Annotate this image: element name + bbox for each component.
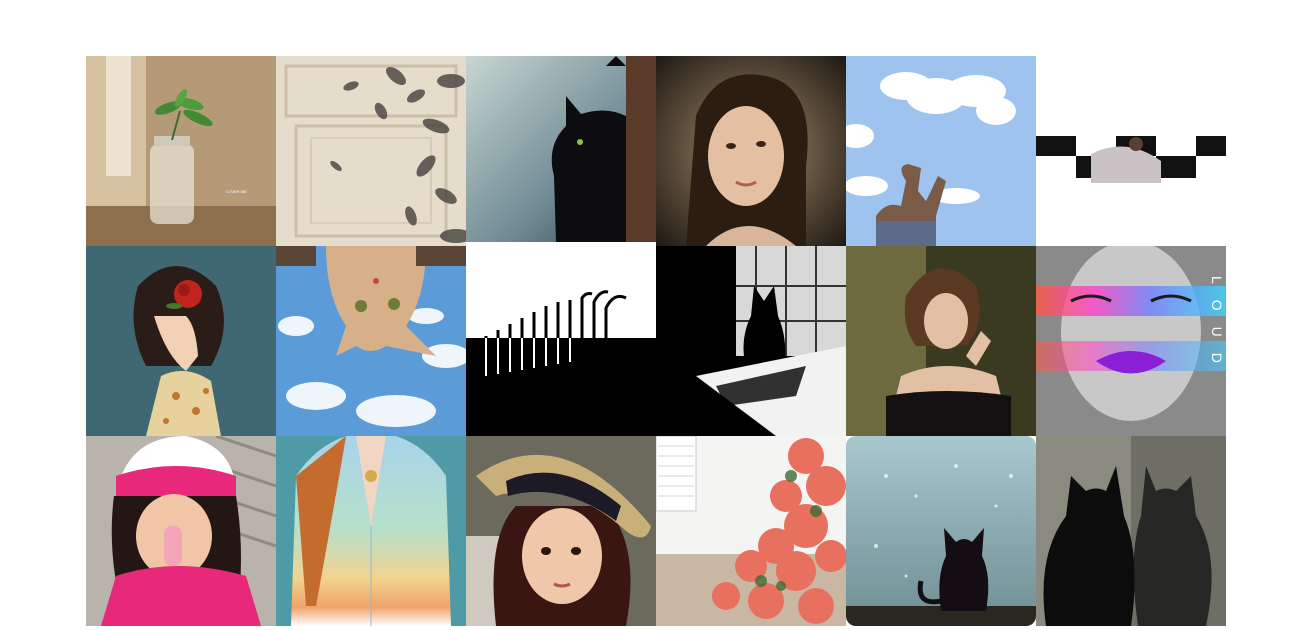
neon-lips-portrait-image: LOUD (1036, 246, 1226, 436)
burnt-matches-image (466, 246, 656, 436)
cat-silhouette-window-image (656, 246, 846, 436)
gallery-tile-kitten-sky[interactable] (276, 246, 466, 436)
gallery-tile-girl-popsicle[interactable] (86, 436, 276, 626)
loud-overlay-text: LOUD (1209, 276, 1225, 379)
anime-girl-rose-image (86, 246, 276, 436)
cat-silhouette-rain-image (846, 436, 1036, 626)
gallery-tile-plant-jar[interactable]: LOVER ME (86, 56, 276, 246)
gallery-tile-neon-lips[interactable]: LOUD (1036, 246, 1226, 436)
gallery-tile-straw-hat[interactable] (466, 436, 656, 626)
girl-straw-hat-image (466, 436, 656, 626)
black-cat-window-image (466, 56, 656, 242)
gallery-tile-black-cat-window[interactable] (466, 56, 656, 246)
pastel-blazer-image (276, 436, 466, 626)
gallery-tile-matches[interactable] (466, 246, 656, 436)
gallery-tile-checkered-floor[interactable] (1036, 56, 1226, 246)
leaf-shadow-door-image (276, 56, 466, 246)
gallery-tile-cat-silhouette-window[interactable] (656, 246, 846, 436)
woman-dress-image (846, 246, 1036, 436)
image-gallery-grid: LOVER ME LOUD (86, 56, 1226, 626)
gallery-tile-cat-rain-window[interactable] (846, 436, 1036, 626)
gallery-tile-girl-portrait[interactable] (656, 56, 846, 246)
man-clouds-image (846, 56, 1036, 246)
gallery-tile-pastel-blazer[interactable] (276, 436, 466, 626)
upside-down-kitten-image (276, 246, 466, 436)
gallery-tile-leaf-shadow[interactable] (276, 56, 466, 246)
gallery-tile-man-clouds[interactable] (846, 56, 1036, 246)
girl-portrait-image (656, 56, 846, 246)
gallery-tile-woman-dress[interactable] (846, 246, 1036, 436)
plant-in-jar-image: LOVER ME (86, 56, 276, 246)
black-cat-reflection-image (1036, 436, 1226, 626)
gallery-tile-cat-reflection[interactable] (1036, 436, 1226, 626)
watermark-text: LOVER ME (226, 189, 247, 194)
girl-popsicle-image (86, 436, 276, 626)
pink-flowers-wall-image (656, 436, 846, 626)
checkered-floor-image (1036, 56, 1226, 246)
gallery-tile-pink-flowers[interactable] (656, 436, 846, 626)
gallery-tile-anime-rose[interactable] (86, 246, 276, 436)
